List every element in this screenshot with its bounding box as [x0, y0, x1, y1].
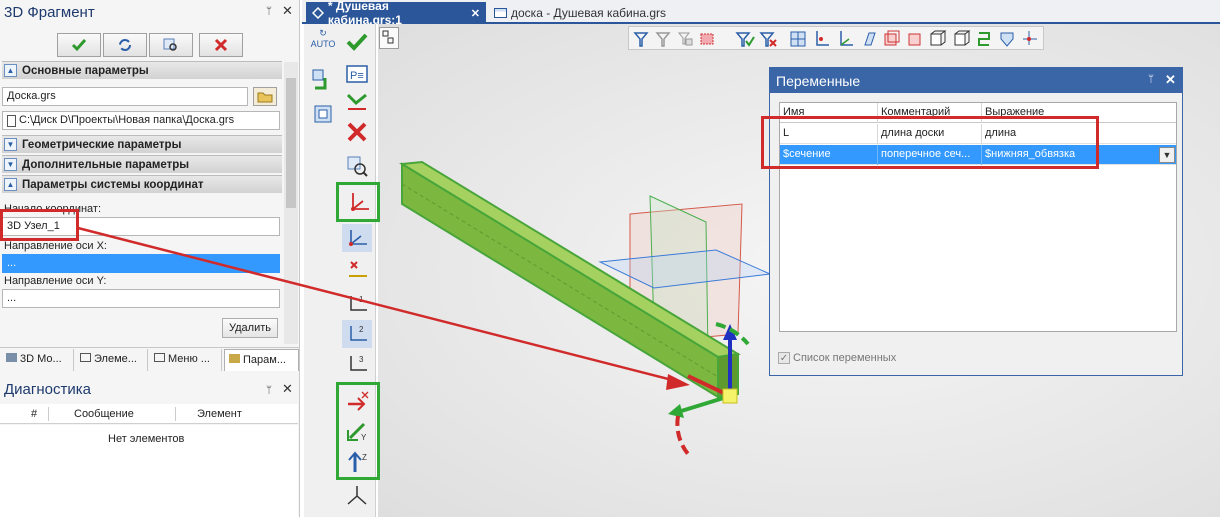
- annotation-arrow: [77, 226, 690, 390]
